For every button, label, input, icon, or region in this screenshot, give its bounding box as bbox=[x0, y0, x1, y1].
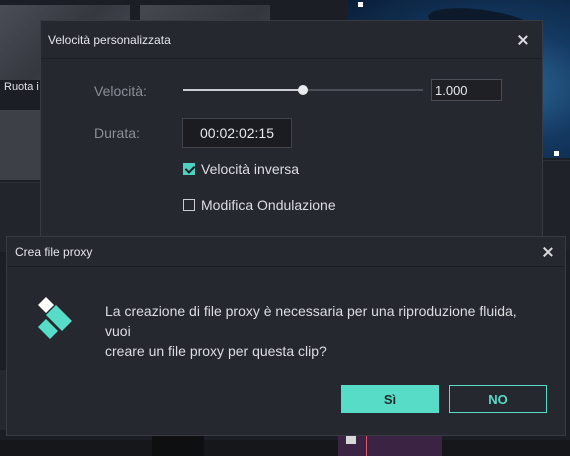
filmora-logo-icon bbox=[38, 297, 72, 339]
speed-slider-fill bbox=[183, 89, 303, 91]
proxy-message-line-1: La creazione di file proxy è necessaria … bbox=[105, 303, 517, 339]
custom-speed-dialog: Velocità personalizzata Velocità: Durata… bbox=[40, 20, 543, 240]
speed-label: Velocità: bbox=[94, 83, 147, 99]
create-proxy-dialog: Crea file proxy La creazione di file pro… bbox=[6, 236, 566, 436]
proxy-dialog-title: Crea file proxy bbox=[15, 244, 93, 259]
reverse-speed-check-icon[interactable] bbox=[183, 163, 195, 175]
reverse-speed-checkbox[interactable]: Velocità inversa bbox=[183, 161, 299, 177]
ripple-edit-checkbox[interactable]: Modifica Ondulazione bbox=[183, 197, 336, 213]
speed-input[interactable] bbox=[431, 79, 502, 101]
duration-label: Durata: bbox=[94, 125, 140, 141]
reverse-speed-label: Velocità inversa bbox=[201, 161, 300, 177]
media-thumbnail-3[interactable] bbox=[0, 110, 40, 180]
timeline-bar bbox=[0, 440, 570, 456]
ripple-edit-label: Modifica Ondulazione bbox=[201, 197, 336, 213]
duration-field[interactable]: 00:02:02:15 bbox=[182, 118, 292, 148]
proxy-dialog-titlebar: Crea file proxy bbox=[7, 237, 565, 267]
speed-slider[interactable] bbox=[183, 85, 423, 95]
close-icon[interactable] bbox=[516, 33, 530, 47]
close-icon[interactable] bbox=[541, 245, 555, 259]
speed-dialog-titlebar: Velocità personalizzata bbox=[41, 21, 542, 59]
yes-button[interactable]: Sì bbox=[341, 385, 439, 413]
media-thumbnail-label: Ruota i bbox=[4, 81, 39, 93]
proxy-message-line-2: creare un file proxy per questa clip? bbox=[105, 343, 327, 359]
ripple-edit-check-icon[interactable] bbox=[183, 199, 195, 211]
speed-dialog-title: Velocità personalizzata bbox=[48, 32, 171, 47]
preview-marker-top bbox=[358, 2, 363, 7]
preview-marker-bottom bbox=[554, 151, 559, 156]
no-button[interactable]: NO bbox=[449, 385, 547, 413]
speed-slider-handle[interactable] bbox=[298, 85, 308, 95]
proxy-message: La creazione di file proxy è necessaria … bbox=[105, 301, 545, 361]
